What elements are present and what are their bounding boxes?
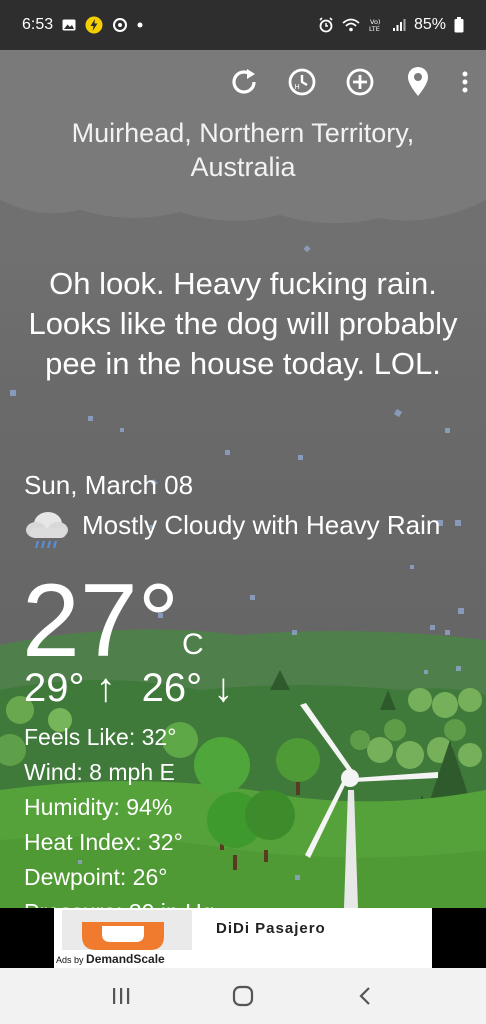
heat-index: Heat Index: 32° — [24, 829, 183, 855]
alarm-icon — [318, 17, 334, 33]
status-time: 6:53 — [22, 16, 54, 33]
more-vert-icon[interactable] — [458, 64, 472, 100]
recent-apps-icon[interactable] — [101, 976, 141, 1016]
high-low: 29° ↑ 26° ↓ — [24, 666, 233, 711]
forecast-date: Sun, March 08 — [24, 470, 194, 500]
image-icon — [62, 19, 76, 31]
condition-row: Mostly Cloudy with Heavy Rain — [24, 508, 454, 552]
current-temperature: 27° — [22, 563, 180, 679]
ads-by-text: Ads by — [56, 955, 84, 965]
location-title[interactable]: Muirhead, Northern Territory, Australia — [30, 116, 456, 184]
weather-scene: H Muirhead, Northern Territory, Australi… — [0, 50, 486, 908]
sync-icon — [112, 17, 128, 33]
battery-icon — [454, 17, 464, 33]
high-temp: 29° ↑ — [24, 666, 116, 710]
svg-text:LTE: LTE — [369, 25, 380, 33]
ads-provider: DemandScale — [86, 952, 165, 966]
back-icon[interactable] — [345, 976, 385, 1016]
history-clock-icon[interactable]: H — [284, 64, 320, 100]
location-pin-icon[interactable] — [400, 64, 436, 100]
wifi-icon — [342, 18, 360, 32]
charging-bolt-icon — [85, 16, 103, 34]
add-circle-icon[interactable] — [342, 64, 378, 100]
toolbar: H — [226, 64, 472, 100]
dewpoint: Dewpoint: 26° — [24, 864, 168, 890]
wind: Wind: 8 mph E — [24, 759, 175, 785]
ad-banner[interactable]: DiDi Pasajero Ads by DemandScale — [54, 908, 432, 968]
low-temp: 26° ↓ — [141, 666, 234, 710]
ad-bar: DiDi Pasajero Ads by DemandScale — [0, 908, 486, 968]
weather-details: Feels Like: 32° Wind: 8 mph E Humidity: … — [24, 720, 214, 908]
volte-icon: Vo) LTE — [368, 17, 384, 33]
condition-text: Mostly Cloudy with Heavy Rain — [82, 510, 441, 540]
battery-percent: 85% — [413, 16, 446, 33]
refresh-icon[interactable] — [226, 64, 262, 100]
ads-by-label: Ads by DemandScale — [56, 952, 165, 966]
status-bar: 6:53 Vo) LTE 85% — [0, 0, 486, 50]
cloud-rain-icon — [26, 512, 68, 549]
weather-quip: Oh look. Heavy fucking rain. Looks like … — [28, 266, 458, 381]
signal-icon — [392, 18, 406, 32]
svg-text:H: H — [295, 83, 300, 91]
home-icon[interactable] — [223, 976, 263, 1016]
humidity: Humidity: 94% — [24, 794, 173, 820]
ad-title: DiDi Pasajero — [216, 920, 326, 937]
navigation-bar — [0, 968, 486, 1024]
temperature-unit[interactable]: C — [182, 628, 204, 662]
dot-icon — [137, 22, 143, 28]
pressure: Pressure: 30 in Hg — [24, 895, 214, 908]
feels-like: Feels Like: 32° — [24, 724, 177, 750]
